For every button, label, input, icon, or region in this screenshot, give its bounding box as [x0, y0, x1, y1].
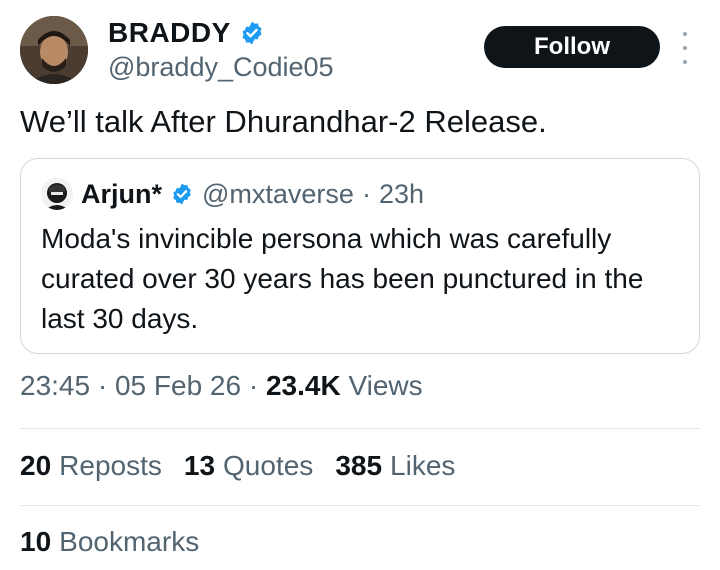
quoted-avatar-image [41, 178, 73, 210]
tweet-date[interactable]: 05 Feb 26 [115, 370, 241, 401]
verified-badge-icon [242, 21, 262, 45]
author-handle[interactable]: @braddy_Codie05 [108, 52, 334, 83]
tweet-meta: 23:45 · 05 Feb 26 · 23.4K Views [20, 370, 423, 402]
quoted-tweet-text: Moda's invincible persona which was care… [41, 223, 644, 334]
views-label: Views [348, 370, 423, 401]
quoted-author-name: Arjun* [81, 178, 162, 209]
engagement-stats: 20 Reposts 13 Quotes 385 Likes [20, 450, 455, 482]
quotes-stat[interactable]: 13 Quotes [184, 450, 313, 482]
more-options-icon[interactable] [678, 32, 692, 64]
author-name-row: BRADDY [108, 16, 265, 50]
likes-label: Likes [390, 450, 456, 481]
quoted-timestamp: 23h [378, 178, 425, 209]
quoted-tweet-card[interactable]: Arjun* @mxtaverse · 23h Moda's invincibl… [20, 158, 700, 354]
reposts-label: Reposts [59, 450, 162, 481]
likes-count: 385 [335, 450, 383, 481]
meta-separator: · [97, 370, 108, 401]
tweet-time[interactable]: 23:45 [20, 370, 90, 401]
quoted-separator: · [361, 178, 371, 209]
follow-button[interactable]: Follow [484, 26, 660, 68]
divider [20, 505, 700, 506]
quoted-tweet-header: Arjun* @mxtaverse · 23h [41, 177, 424, 211]
reposts-stat[interactable]: 20 Reposts [20, 450, 162, 482]
bookmarks-stat[interactable]: 10 Bookmarks [20, 526, 199, 558]
views-count: 23.4K [265, 370, 341, 401]
quotes-label: Quotes [223, 450, 314, 481]
divider [20, 428, 700, 429]
tweet-text: We’ll talk After Dhurandhar-2 Release. [20, 104, 547, 139]
likes-stat[interactable]: 385 Likes [335, 450, 455, 482]
quoted-verified-badge-icon [173, 183, 191, 205]
author-avatar[interactable] [20, 16, 88, 84]
meta-separator: · [248, 370, 259, 401]
tweet-header: BRADDY @braddy_Codie05 Follow [20, 16, 700, 88]
bookmarks-label: Bookmarks [59, 526, 200, 557]
bookmarks-count: 10 [20, 526, 52, 557]
quotes-count: 13 [183, 450, 216, 481]
reposts-count: 20 [20, 450, 52, 481]
author-avatar-image [20, 16, 88, 84]
author-display-name[interactable]: BRADDY [108, 17, 231, 49]
quoted-author-handle: @mxtaverse [202, 178, 354, 209]
quoted-author-avatar [41, 178, 73, 210]
